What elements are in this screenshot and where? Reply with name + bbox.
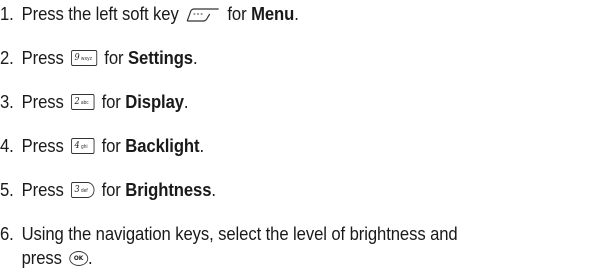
step-4: 4. Press 4 ghi for Backlight.	[0, 135, 204, 156]
step-3: 3. Press 2 abc for Display.	[0, 91, 189, 112]
step-number: 5.	[0, 179, 14, 200]
step-number: 4.	[0, 135, 14, 156]
step-1: 1. Press the left soft key for Menu.	[0, 3, 299, 24]
step-6-continued: press OK.	[21, 247, 93, 268]
key-4-icon: 4 ghi	[70, 138, 95, 154]
key-2-icon: 2 abc	[70, 94, 95, 110]
key-9-icon: 9 wxyz	[70, 50, 98, 66]
instruction-steps: 1. Press the left soft key for Menu. 2. Pr…	[0, 0, 599, 273]
display-label: Display	[125, 91, 184, 112]
step-5: 5. Press 3 def for Brightness.	[0, 179, 216, 200]
step-number: 2.	[0, 47, 14, 68]
step-2: 2. Press 9 wxyz for Settings.	[0, 47, 198, 68]
step-number: 3.	[0, 91, 14, 112]
backlight-label: Backlight	[125, 135, 200, 156]
menu-label: Menu	[251, 3, 295, 24]
left-soft-key-icon	[186, 8, 219, 22]
step-6: 6. Using the navigation keys, select the …	[0, 223, 458, 244]
step-number: 1.	[0, 3, 14, 24]
key-3-icon: 3 def	[70, 182, 95, 198]
step-number: 6.	[0, 223, 14, 244]
settings-label: Settings	[128, 47, 193, 68]
ok-key-icon: OK	[69, 251, 89, 266]
brightness-label: Brightness	[125, 179, 212, 200]
